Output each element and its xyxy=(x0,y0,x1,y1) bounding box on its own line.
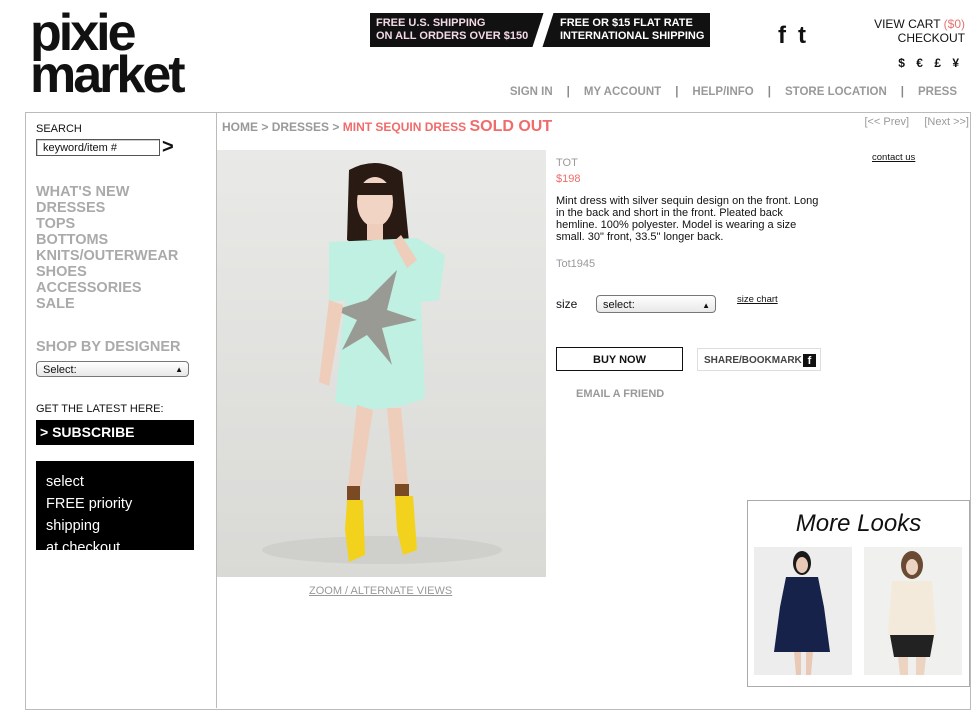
banner-left-line1: FREE U.S. SHIPPING xyxy=(376,17,486,29)
domestic-shipping-text: FREE U.S. SHIPPING ON ALL ORDERS OVER $1… xyxy=(376,17,528,43)
search-submit-button[interactable]: > xyxy=(162,136,174,159)
category-knits-outerwear[interactable]: KNITS/OUTERWEAR xyxy=(36,248,178,264)
product-price: $198 xyxy=(556,173,581,185)
sold-out-badge: SOLD OUT xyxy=(469,118,553,135)
category-tops[interactable]: TOPS xyxy=(36,216,178,232)
category-accessories[interactable]: ACCESSORIES xyxy=(36,280,178,296)
more-looks-thumbnail[interactable] xyxy=(754,547,852,675)
pager: [<< Prev] [Next >>] xyxy=(864,116,969,128)
more-looks-thumbnail[interactable] xyxy=(864,547,962,675)
shop-by-designer-heading: SHOP BY DESIGNER xyxy=(36,339,181,355)
free-shipping-promo[interactable]: select FREE priority shipping at checkou… xyxy=(36,461,194,556)
category-list: WHAT'S NEW DRESSES TOPS BOTTOMS KNITS/OU… xyxy=(36,184,178,312)
look-1-image xyxy=(774,551,830,675)
zoom-link[interactable]: ZOOM / ALTERNATE VIEWS xyxy=(309,585,452,597)
breadcrumb: HOME > DRESSES > MINT SEQUIN DRESS SOLD … xyxy=(222,118,552,136)
breadcrumb-separator: > xyxy=(261,120,269,134)
size-select-value: select: xyxy=(603,299,635,311)
view-cart-label: VIEW CART xyxy=(874,17,941,31)
product-sku: Tot1945 xyxy=(556,258,596,270)
currency-selector[interactable]: $ € £ ¥ xyxy=(898,56,963,70)
subscribe-button[interactable]: > SUBSCRIBE xyxy=(36,420,194,445)
logo-line-2: market xyxy=(30,46,186,104)
designer-select[interactable]: Select: ▲ xyxy=(36,361,189,377)
more-looks-panel: More Looks xyxy=(747,500,970,687)
buy-now-button[interactable]: BUY NOW xyxy=(556,347,683,371)
product-brand[interactable]: TOT xyxy=(556,157,578,169)
international-shipping-text: FREE OR $15 FLAT RATE INTERNATIONAL SHIP… xyxy=(560,17,704,43)
nav-sign-in[interactable]: SIGN IN xyxy=(496,86,567,98)
promo-line-1: select xyxy=(46,474,84,490)
product-description: Mint dress with silver sequin design on … xyxy=(556,195,819,243)
site-logo[interactable]: pixie market xyxy=(30,7,220,104)
cart-area: VIEW CART ($0) CHECKOUT xyxy=(874,17,965,45)
product-image[interactable] xyxy=(217,150,546,577)
model-illustration xyxy=(262,162,502,564)
cart-amount: ($0) xyxy=(943,17,965,31)
share-label: SHARE/BOOKMARK xyxy=(704,355,802,366)
category-dresses[interactable]: DRESSES xyxy=(36,200,178,216)
size-label: size xyxy=(556,297,578,311)
next-link[interactable]: [Next >>] xyxy=(924,116,969,128)
designer-select-value: Select: xyxy=(43,364,77,376)
breadcrumb-current: MINT SEQUIN DRESS xyxy=(342,120,467,134)
contact-us-link[interactable]: contact us xyxy=(872,152,915,163)
look-2-image xyxy=(888,551,936,675)
nav-press[interactable]: PRESS xyxy=(904,86,957,98)
nav-help-info[interactable]: HELP/INFO xyxy=(678,86,767,98)
email-friend-link[interactable]: EMAIL A FRIEND xyxy=(576,388,664,400)
banner-right-line2: INTERNATIONAL SHIPPING xyxy=(560,30,705,42)
search-label: SEARCH xyxy=(36,123,82,135)
select-arrows-icon: ▲ xyxy=(175,365,183,374)
size-select[interactable]: select: ▲ xyxy=(596,295,716,313)
checkout-link[interactable]: CHECKOUT xyxy=(874,31,965,45)
nav-store-location[interactable]: STORE LOCATION xyxy=(771,86,901,98)
search-input[interactable]: keyword/item # xyxy=(36,139,160,156)
category-sale[interactable]: SALE xyxy=(36,296,178,312)
share-bookmark-button[interactable]: SHARE/BOOKMARK f xyxy=(697,348,821,371)
promo-line-2: FREE priority shipping xyxy=(46,496,133,534)
banner-divider xyxy=(532,13,554,47)
breadcrumb-dresses[interactable]: DRESSES xyxy=(272,120,329,134)
twitter-icon[interactable]: t xyxy=(798,22,806,50)
size-chart-link[interactable]: size chart xyxy=(737,294,778,305)
category-shoes[interactable]: SHOES xyxy=(36,264,178,280)
banner-left-line2: ON ALL ORDERS OVER $150 xyxy=(376,30,529,42)
more-looks-title: More Looks xyxy=(795,510,922,537)
breadcrumb-home[interactable]: HOME xyxy=(222,120,258,134)
facebook-icon[interactable]: f xyxy=(778,22,786,50)
category-whats-new[interactable]: WHAT'S NEW xyxy=(36,184,178,200)
shipping-banner[interactable]: FREE U.S. SHIPPING ON ALL ORDERS OVER $1… xyxy=(370,13,710,47)
category-bottoms[interactable]: BOTTOMS xyxy=(36,232,178,248)
prev-link[interactable]: [<< Prev] xyxy=(864,116,909,128)
facebook-icon: f xyxy=(803,354,816,367)
promo-line-3: at checkout xyxy=(46,540,121,556)
breadcrumb-separator: > xyxy=(332,120,340,134)
view-cart-link[interactable]: VIEW CART ($0) xyxy=(874,17,965,31)
select-arrows-icon: ▲ xyxy=(702,301,710,310)
latest-label: GET THE LATEST HERE: xyxy=(36,403,164,415)
banner-right-line1: FREE OR $15 FLAT RATE xyxy=(560,17,693,29)
top-nav: SIGN IN | MY ACCOUNT | HELP/INFO | STORE LO… xyxy=(496,86,957,98)
nav-my-account[interactable]: MY ACCOUNT xyxy=(570,86,675,98)
